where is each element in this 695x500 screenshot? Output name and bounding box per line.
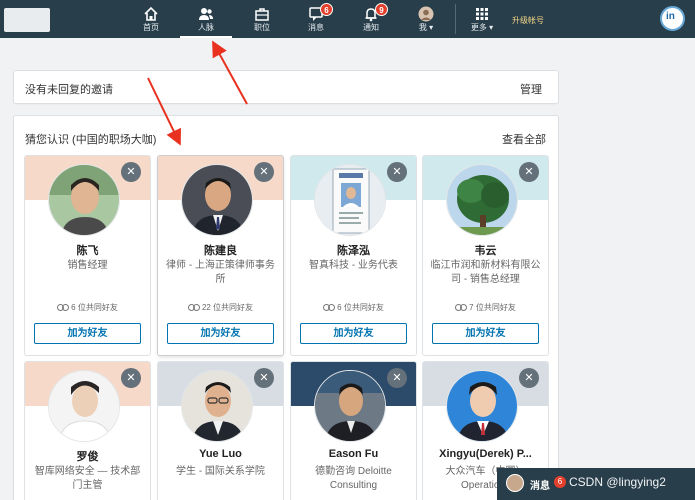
mutual-count: 7 位共同好友	[469, 303, 516, 312]
person-name[interactable]: 罗俊	[29, 448, 146, 464]
avatar	[48, 370, 120, 442]
close-icon[interactable]: ✕	[254, 368, 274, 388]
avatar	[181, 370, 253, 442]
person-headline: 智库网络安全 — 技术部门主管	[34, 466, 141, 491]
chevron-down-icon: ▾	[486, 23, 494, 32]
nav-more-text: 更多	[470, 23, 487, 32]
nav-messages-label: 消息	[308, 23, 324, 32]
mutual-connections: 22 位共同好友	[158, 302, 283, 313]
person-name[interactable]: Eason Fu	[295, 448, 412, 460]
nav-me-label: 我 ▾	[400, 23, 452, 33]
add-friend-button[interactable]: 加为好友	[300, 323, 407, 344]
profile-corner-icon[interactable]: in	[660, 6, 685, 31]
person-card[interactable]: ✕ Eason Fu 德勤咨询 Deloitte Consulting	[291, 362, 416, 500]
person-headline: 智真科技 - 业务代表	[309, 260, 398, 271]
person-name[interactable]: 陈建良	[162, 242, 279, 258]
close-icon[interactable]: ✕	[121, 368, 141, 388]
avatar	[48, 164, 120, 236]
mutual-connections: 7 位共同好友	[423, 302, 548, 313]
nav-home[interactable]: 首页	[125, 0, 177, 38]
in-logo-icon: in	[666, 11, 675, 22]
people-icon	[199, 8, 213, 20]
mutual-connections: 6 位共同好友	[291, 302, 416, 313]
avatar-icon	[418, 6, 434, 22]
avatar	[446, 164, 518, 236]
notifications-badge: 9	[375, 3, 388, 16]
nav-notifications[interactable]: 9 通知	[345, 0, 397, 38]
people-suggestions-card: 猜您认识 (中国的职场大咖) 查看全部 ✕ 陈飞 销售经理 6 位共同好友 加为…	[14, 116, 558, 500]
close-icon[interactable]: ✕	[254, 162, 274, 182]
person-name[interactable]: Xingyu(Derek) P...	[427, 448, 544, 460]
add-friend-button[interactable]: 加为好友	[167, 323, 274, 344]
person-card[interactable]: ✕ 陈建良 律师 - 上海正策律师事务所 22 位共同好友 加为好友	[158, 156, 283, 355]
nav-network-label: 人脉	[198, 23, 214, 32]
nav-me-text: 我	[418, 23, 427, 32]
person-card[interactable]: ✕ 罗俊 智库网络安全 — 技术部门主管	[25, 362, 150, 500]
mutual-count: 6 位共同好友	[71, 303, 118, 312]
manage-invitations-link[interactable]: 管理	[520, 81, 542, 97]
person-card[interactable]: ✕ 韦云 临江市润和新材料有限公司 - 销售总经理 7 位共同好友 加为好友	[423, 156, 548, 355]
top-navigation: 首页 人脉 职位 6 消息 9 通知 我 ▾ 更多 ▾ 升级帐号 in	[0, 0, 695, 38]
watermark-text: CSDN @lingying2	[569, 475, 666, 489]
close-icon[interactable]: ✕	[387, 162, 407, 182]
person-headline: 学生 - 国际关系学院	[176, 466, 265, 477]
add-friend-button[interactable]: 加为好友	[34, 323, 141, 344]
nav-network[interactable]: 人脉	[180, 0, 232, 38]
person-headline: 销售经理	[67, 260, 108, 271]
person-card[interactable]: ✕ Yue Luo 学生 - 国际关系学院	[158, 362, 283, 500]
messaging-badge: 6	[554, 476, 566, 488]
close-icon[interactable]: ✕	[387, 368, 407, 388]
avatar	[446, 370, 518, 442]
grid-icon	[476, 8, 488, 20]
person-headline: 律师 - 上海正策律师事务所	[166, 260, 275, 285]
avatar	[314, 370, 386, 442]
close-icon[interactable]: ✕	[519, 368, 539, 388]
person-headline: 德勤咨询 Deloitte Consulting	[315, 466, 392, 491]
person-card[interactable]: ✕ 陈飞 销售经理 6 位共同好友 加为好友	[25, 156, 150, 355]
close-icon[interactable]: ✕	[121, 162, 141, 182]
briefcase-icon	[255, 8, 269, 21]
mutual-connections-icon	[187, 304, 200, 312]
nav-messages[interactable]: 6 消息	[290, 0, 342, 38]
view-all-link[interactable]: 查看全部	[502, 131, 546, 147]
person-name[interactable]: 陈飞	[29, 242, 146, 258]
messaging-bar[interactable]: 消息 6 CSDN @lingying2	[497, 468, 695, 500]
person-name[interactable]: 韦云	[427, 242, 544, 258]
nav-jobs-label: 职位	[254, 23, 270, 32]
nav-me[interactable]: 我 ▾	[400, 0, 452, 38]
add-friend-button[interactable]: 加为好友	[432, 323, 539, 344]
chevron-down-icon: ▾	[426, 23, 434, 32]
nav-more[interactable]: 更多 ▾	[456, 0, 508, 38]
invitations-card: 没有未回复的邀请 管理	[14, 71, 558, 103]
mutual-count: 6 位共同好友	[337, 303, 384, 312]
mutual-count: 22 位共同好友	[201, 303, 254, 312]
mutual-connections-icon	[455, 304, 468, 312]
person-headline: 临江市润和新材料有限公司 - 销售总经理	[430, 260, 541, 285]
nav-jobs[interactable]: 职位	[236, 0, 288, 38]
avatar	[314, 164, 386, 236]
person-card[interactable]: ✕ 陈泽泓 智真科技 - 业务代表 6 位共同好友 加为好友	[291, 156, 416, 355]
mutual-connections-icon	[57, 304, 70, 312]
suggestions-title: 猜您认识 (中国的职场大咖)	[25, 134, 157, 146]
mutual-connections-icon	[323, 304, 336, 312]
home-icon	[144, 6, 158, 21]
messages-badge: 6	[320, 3, 333, 16]
person-name[interactable]: Yue Luo	[162, 448, 279, 460]
person-name[interactable]: 陈泽泓	[295, 242, 412, 258]
avatar	[181, 164, 253, 236]
avatar	[506, 474, 524, 492]
upgrade-account-link[interactable]: 升级帐号	[512, 15, 544, 26]
nav-home-label: 首页	[143, 23, 159, 32]
mutual-connections: 6 位共同好友	[25, 302, 150, 313]
nav-more-label: 更多 ▾	[456, 23, 508, 33]
close-icon[interactable]: ✕	[519, 162, 539, 182]
logo[interactable]	[4, 8, 50, 32]
nav-notifications-label: 通知	[363, 23, 379, 32]
invitations-title: 没有未回复的邀请	[25, 84, 113, 96]
messaging-label: 消息	[530, 481, 550, 492]
